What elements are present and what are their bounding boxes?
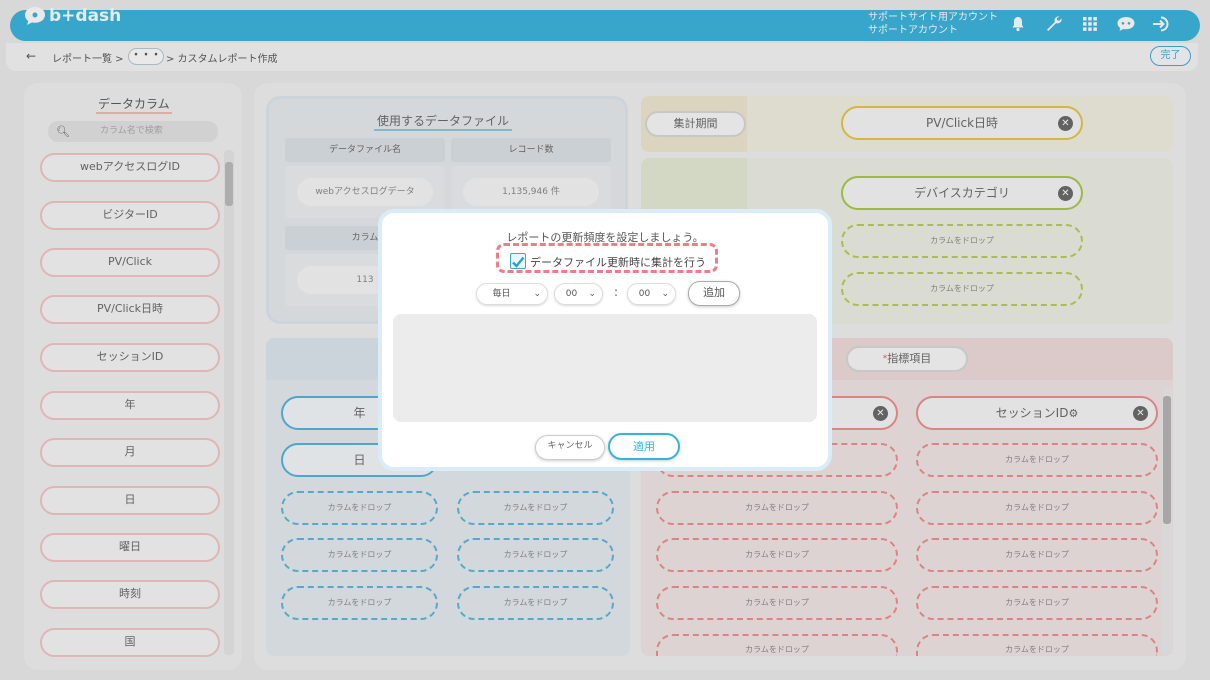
time-separator: :	[614, 285, 619, 299]
hour-select[interactable]: 00 ⌄	[554, 283, 603, 305]
cancel-button[interactable]: キャンセル	[535, 435, 605, 460]
aggregate-on-update-label[interactable]: データファイル更新時に集計を行う	[530, 254, 706, 270]
check-icon	[512, 256, 525, 268]
hour-value: 00	[565, 289, 578, 299]
chevron-down-icon: ⌄	[588, 289, 596, 299]
apply-button[interactable]: 適用	[608, 433, 680, 460]
add-schedule-button[interactable]: 追加	[688, 281, 740, 306]
update-frequency-dialog: レポートの更新頻度を設定しましょう。 データファイル更新時に集計を行う 毎日 ⌄…	[378, 209, 832, 471]
frequency-select[interactable]: 毎日 ⌄	[476, 283, 548, 305]
aggregate-on-update-checkbox[interactable]	[510, 253, 526, 269]
minute-select[interactable]: 00 ⌄	[627, 283, 676, 305]
frequency-value: 毎日	[492, 289, 511, 299]
minute-value: 00	[638, 289, 651, 299]
chevron-down-icon: ⌄	[661, 289, 669, 299]
schedule-list	[393, 314, 817, 422]
chevron-down-icon: ⌄	[533, 289, 541, 299]
